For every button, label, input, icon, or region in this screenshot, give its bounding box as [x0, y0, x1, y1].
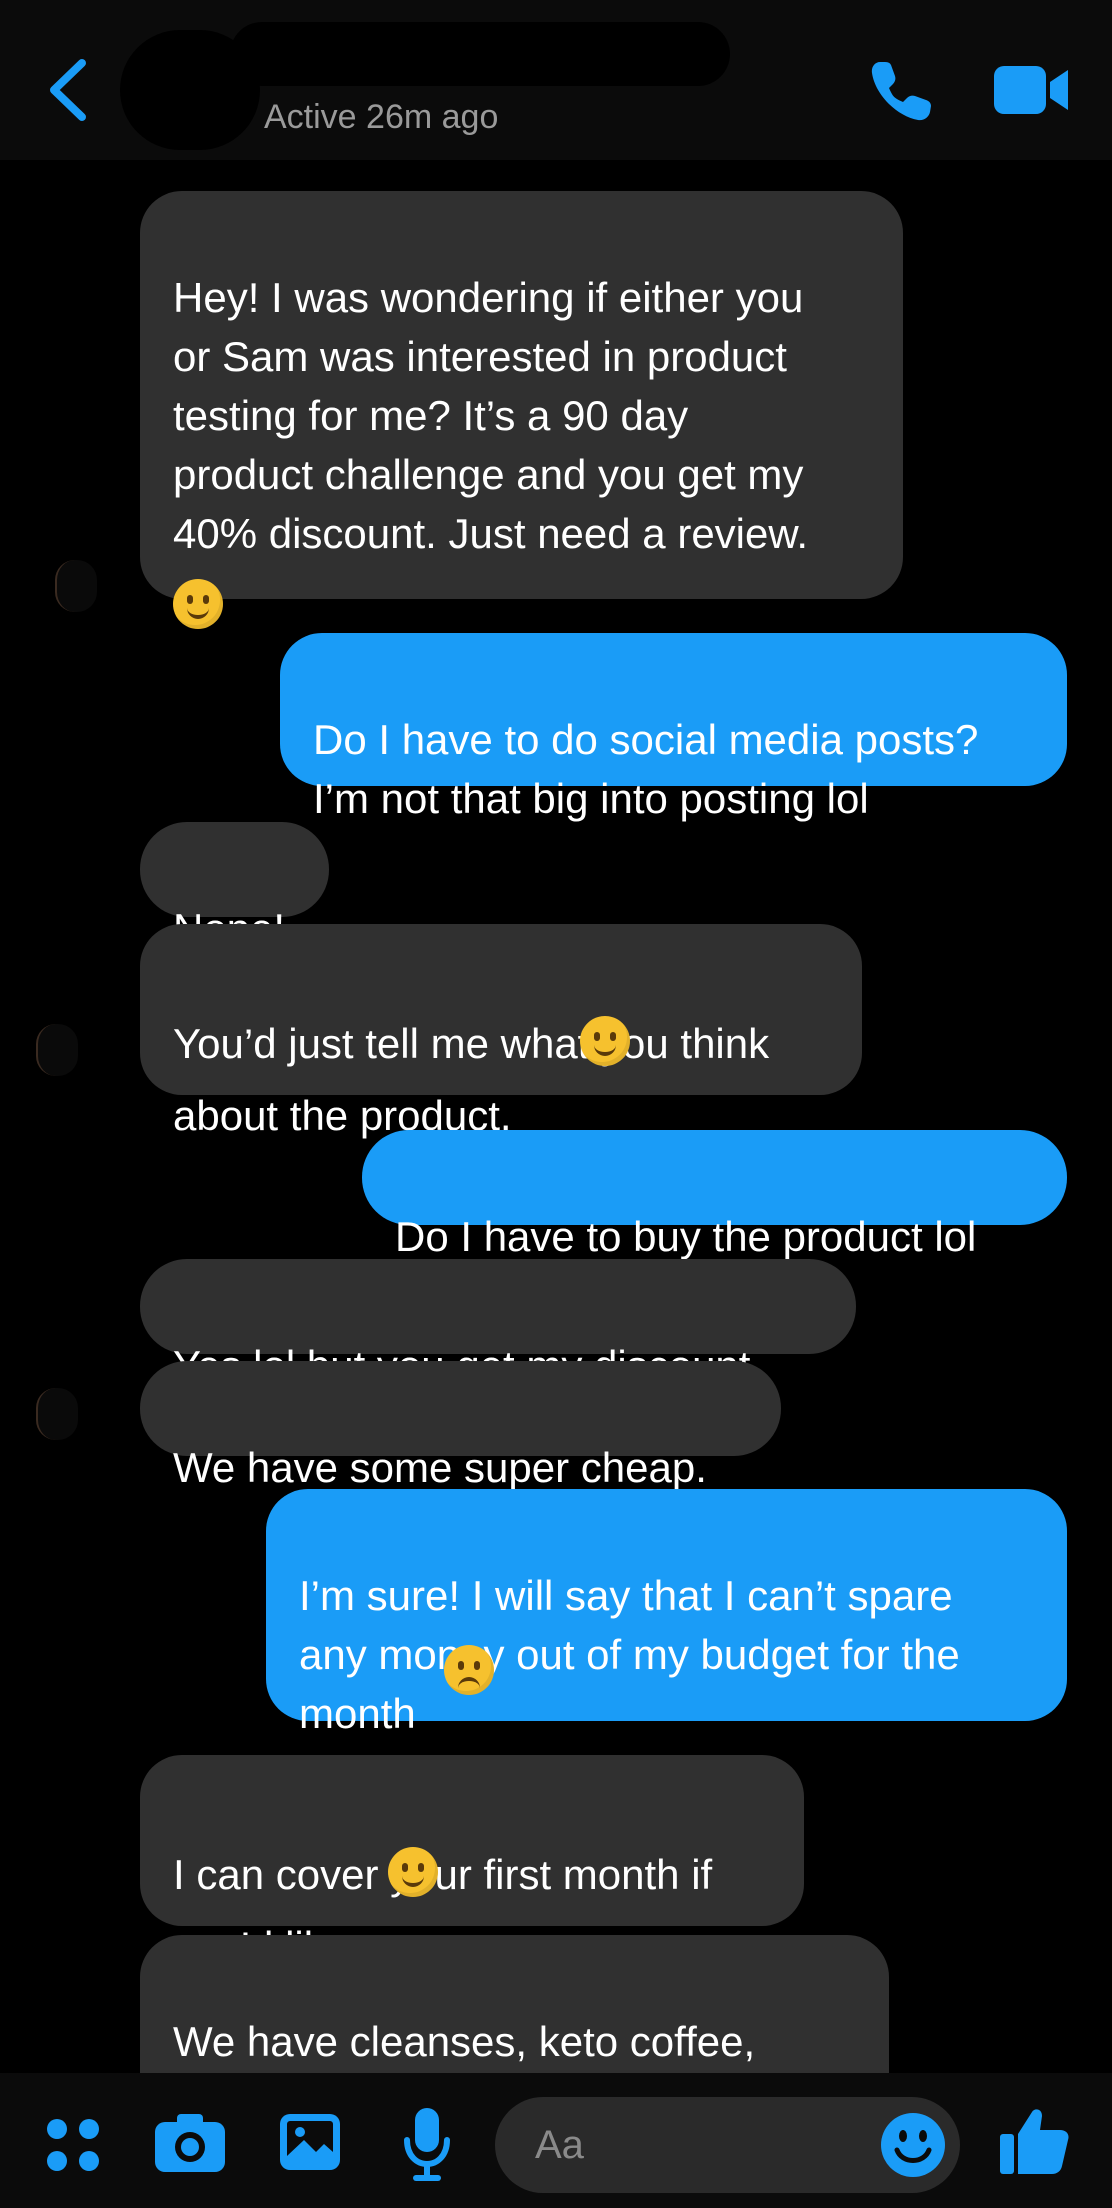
message-text: Hey! I was wondering if either you or Sa…: [173, 274, 809, 557]
message-text: We have some super cheap.: [173, 1444, 707, 1491]
outgoing-message[interactable]: I’m sure! I will say that I can’t spare …: [266, 1489, 1067, 1737]
phone-call-icon[interactable]: [866, 56, 936, 126]
incoming-message[interactable]: You’d just tell me what you think about …: [140, 924, 862, 1139]
slightly-smiling-face-emoji-icon: [173, 578, 223, 629]
video-call-icon[interactable]: [994, 62, 1070, 118]
contact-name-redacted[interactable]: [230, 22, 730, 86]
menu-icon[interactable]: [44, 2116, 104, 2176]
message-text: Do I have to buy the product lol: [395, 1213, 977, 1260]
emoji-icon[interactable]: [880, 2112, 946, 2178]
disappointed-face-emoji-icon: [444, 1645, 494, 1695]
back-arrow-icon[interactable]: [44, 55, 94, 125]
slightly-smiling-face-emoji-icon: [580, 1016, 630, 1066]
microphone-icon[interactable]: [402, 2106, 452, 2182]
message-text: I’m sure! I will say that I can’t spare …: [299, 1572, 960, 1737]
incoming-message[interactable]: Hey! I was wondering if either you or Sa…: [140, 191, 903, 629]
slightly-smiling-face-emoji-icon: [388, 1847, 438, 1897]
contact-mini-avatar: [55, 560, 97, 612]
thumbs-up-icon[interactable]: [998, 2104, 1070, 2176]
incoming-message[interactable]: I can cover your first month if you’d li…: [140, 1755, 804, 1970]
contact-mini-avatar: [36, 1388, 78, 1440]
contact-mini-avatar: [36, 1024, 78, 1076]
incoming-message[interactable]: We have some super cheap.: [140, 1361, 781, 1491]
outgoing-message[interactable]: Do I have to buy the product lol: [362, 1130, 1067, 1260]
active-status: Active 26m ago: [264, 98, 499, 136]
gallery-icon[interactable]: [278, 2112, 342, 2172]
incoming-message[interactable]: Nope!: [140, 822, 329, 952]
incoming-message[interactable]: Yes lol but you get my discount.: [140, 1259, 856, 1389]
message-text: You’d just tell me what you think about …: [173, 1020, 770, 1139]
outgoing-message[interactable]: Do I have to do social media posts? I’m …: [280, 633, 1067, 822]
conversation-header: Active 26m ago: [0, 0, 1112, 160]
camera-icon[interactable]: [155, 2112, 225, 2172]
message-text: Do I have to do social media posts? I’m …: [313, 716, 979, 822]
